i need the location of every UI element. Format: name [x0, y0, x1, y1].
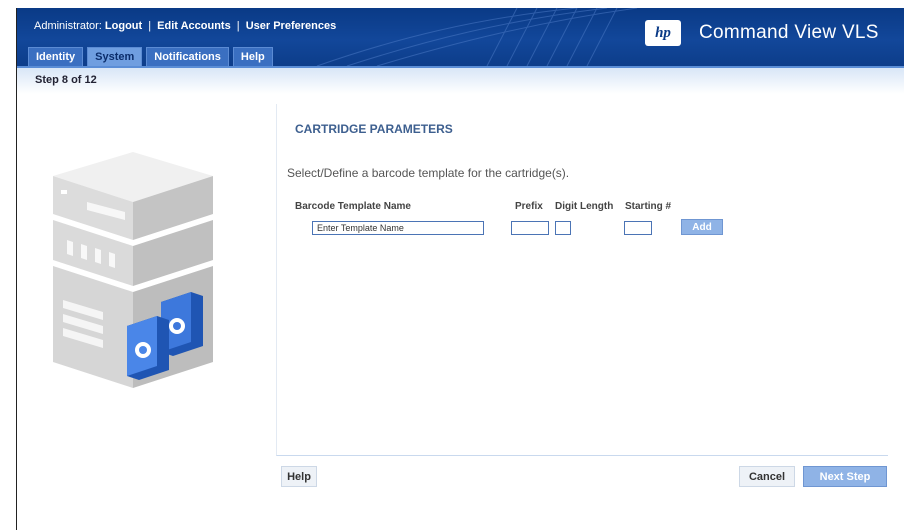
- brand: hp Command View VLS: [645, 20, 879, 46]
- instructions-text: Select/Define a barcode template for the…: [287, 166, 570, 180]
- user-preferences-link[interactable]: User Preferences: [246, 20, 337, 32]
- add-button[interactable]: Add: [681, 219, 723, 235]
- logout-link[interactable]: Logout: [105, 20, 142, 32]
- template-name-column-header: Barcode Template Name: [295, 201, 411, 212]
- prefix-column-header: Prefix: [515, 201, 543, 212]
- product-title: Command View VLS: [699, 22, 879, 43]
- tab-identity[interactable]: Identity: [28, 47, 84, 66]
- section-title: CARTRIDGE PARAMETERS: [295, 122, 453, 136]
- admin-links: Administrator: Logout | Edit Accounts | …: [34, 20, 336, 32]
- content-panel: CARTRIDGE PARAMETERS Select/Define a bar…: [276, 104, 888, 456]
- tab-notifications[interactable]: Notifications: [146, 47, 229, 66]
- link-separator: |: [148, 20, 152, 32]
- help-button[interactable]: Help: [281, 466, 317, 487]
- main-tabs: Identity System Notifications Help: [28, 47, 273, 66]
- cancel-button[interactable]: Cancel: [739, 466, 795, 487]
- digit-length-input[interactable]: [555, 221, 571, 235]
- link-separator: |: [236, 20, 240, 32]
- starting-column-header: Starting #: [625, 201, 672, 212]
- library-cartridge-illustration-icon: [53, 152, 213, 388]
- tab-help[interactable]: Help: [232, 47, 273, 66]
- digit-length-column-header: Digit Length: [555, 201, 614, 212]
- next-step-button[interactable]: Next Step: [803, 466, 887, 487]
- admin-label: Administrator:: [34, 20, 102, 32]
- wizard-step-bar: Step 8 of 12: [17, 66, 904, 94]
- edit-accounts-link[interactable]: Edit Accounts: [157, 20, 231, 32]
- step-indicator: Step 8 of 12: [35, 74, 97, 86]
- header-bar: Administrator: Logout | Edit Accounts | …: [17, 8, 904, 66]
- hp-logo: hp: [645, 20, 681, 46]
- tab-system[interactable]: System: [87, 47, 143, 66]
- prefix-input[interactable]: [511, 221, 549, 235]
- app-window: Administrator: Logout | Edit Accounts | …: [16, 8, 904, 530]
- template-name-input[interactable]: [312, 221, 484, 235]
- starting-number-input[interactable]: [624, 221, 652, 235]
